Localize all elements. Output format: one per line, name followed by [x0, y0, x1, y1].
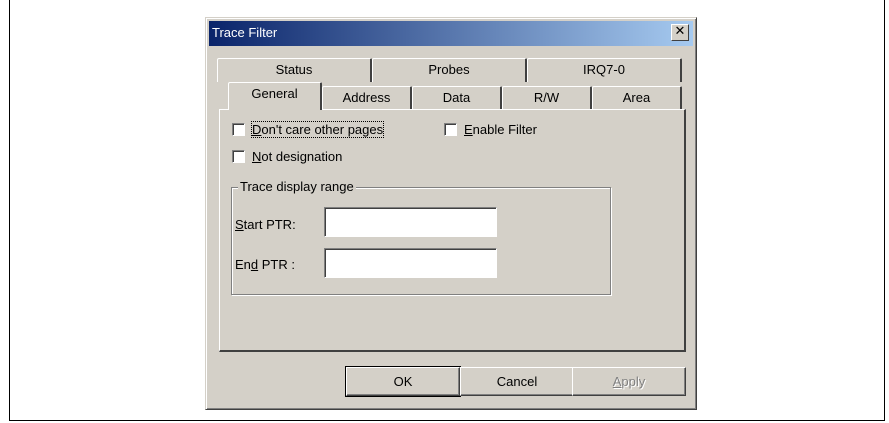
window-title: Trace Filter	[212, 25, 278, 40]
enable-filter-label: Enable Filter	[464, 122, 537, 137]
tab-label: General	[251, 86, 298, 101]
apply-button[interactable]: Apply	[572, 367, 686, 396]
label-rest: on't care other pages	[261, 122, 384, 137]
tab-rw[interactable]: R/W	[502, 86, 592, 110]
group-legend: Trace display range	[238, 179, 356, 194]
tab-status[interactable]: Status	[217, 58, 372, 82]
dont-care-other-pages-label: Don't care other pages	[250, 121, 385, 138]
trace-display-range-group: Trace display range Start PTR: End PTR :	[231, 179, 611, 295]
button-label: OK	[393, 374, 413, 389]
end-ptr-label: End PTR :	[235, 257, 295, 272]
not-designation-label: Not designation	[252, 149, 342, 164]
button-label: Cancel	[496, 374, 538, 389]
mnemonic: N	[252, 149, 262, 164]
tab-label: Status	[275, 62, 313, 77]
label-rest: PTR :	[258, 257, 295, 272]
button-label: pply	[621, 374, 646, 389]
close-button[interactable]: ✕	[671, 24, 689, 41]
start-ptr-label: Start PTR:	[235, 217, 296, 232]
not-designation-checkbox[interactable]: Not designation	[232, 149, 342, 164]
checkbox-box[interactable]	[232, 123, 245, 136]
tab-label: Area	[622, 90, 651, 105]
tab-general[interactable]: General	[228, 82, 322, 110]
end-ptr-input[interactable]	[324, 248, 497, 278]
checkbox-box[interactable]	[444, 123, 457, 136]
mnemonic: S	[235, 217, 244, 232]
general-tab-panel: Don't care other pages Enable Filter Not…	[219, 109, 686, 352]
tab-probes[interactable]: Probes	[372, 58, 527, 82]
tab-label: R/W	[533, 90, 560, 105]
tab-address[interactable]: Address	[322, 86, 412, 110]
tab-irq7-0[interactable]: IRQ7-0	[527, 58, 682, 82]
tab-label: Address	[342, 90, 391, 105]
mnemonic: D	[252, 122, 262, 137]
tab-area[interactable]: Area	[592, 86, 682, 110]
mnemonic: E	[464, 122, 473, 137]
tab-label: Data	[442, 90, 471, 105]
start-ptr-input[interactable]	[324, 207, 497, 237]
enable-filter-checkbox[interactable]: Enable Filter	[444, 122, 537, 137]
tab-data[interactable]: Data	[412, 86, 502, 110]
label-rest: tart PTR:	[243, 217, 296, 232]
trace-filter-dialog: Trace Filter ✕ Status Probes IRQ7-0 Gene…	[205, 17, 697, 410]
tab-label: Probes	[428, 62, 470, 77]
close-icon: ✕	[674, 24, 686, 39]
cancel-button[interactable]: Cancel	[460, 367, 574, 396]
label-rest: ot designation	[261, 149, 343, 164]
tab-label: IRQ7-0	[583, 62, 625, 77]
label-rest: nable Filter	[472, 122, 537, 137]
dont-care-other-pages-checkbox[interactable]: Don't care other pages	[232, 121, 385, 138]
checkbox-box[interactable]	[232, 150, 245, 163]
label-pre: En	[235, 257, 251, 272]
ok-button[interactable]: OK	[345, 366, 461, 397]
title-bar[interactable]: Trace Filter ✕	[209, 21, 693, 46]
